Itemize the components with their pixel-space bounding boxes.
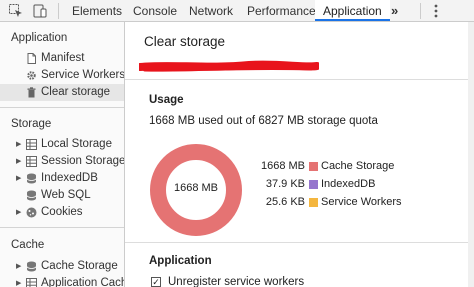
- legend-row-indexeddb: 37.9 KB IndexedDB: [245, 178, 445, 192]
- expand-arrow-icon[interactable]: ▶: [16, 204, 21, 221]
- cookie-icon: [26, 207, 37, 218]
- sidebar-item-session-storage[interactable]: ▶ Session Storage: [0, 153, 124, 170]
- legend-value: 1668 MB: [260, 160, 305, 172]
- sidebar-item-manifest[interactable]: Manifest: [0, 50, 124, 67]
- expand-arrow-icon[interactable]: ▶: [16, 170, 21, 187]
- application-heading: Application: [149, 255, 212, 267]
- legend-value: 25.6 KB: [265, 196, 305, 208]
- sidebar-item-local-storage[interactable]: ▶ Local Storage: [0, 136, 124, 153]
- tab-elements[interactable]: Elements: [68, 0, 126, 21]
- expand-arrow-icon[interactable]: ▶: [16, 275, 21, 287]
- grid-icon: [26, 156, 37, 167]
- tab-application[interactable]: Application: [315, 0, 390, 21]
- expand-arrow-icon[interactable]: ▶: [16, 153, 21, 170]
- sidebar-item-label: Manifest: [41, 52, 85, 64]
- usage-summary: 1668 MB used out of 6827 MB storage quot…: [149, 115, 378, 127]
- sidebar-item-cookies[interactable]: ▶ Cookies: [0, 204, 124, 221]
- devtools-tab-bar: Elements Console Network Performance App…: [0, 0, 474, 22]
- sidebar-divider: [0, 227, 124, 228]
- database-icon: [26, 173, 37, 184]
- application-sidebar: Application Manifest Service Workers Cle…: [0, 22, 125, 287]
- sidebar-item-label: Clear storage: [41, 86, 111, 98]
- expand-arrow-icon[interactable]: ▶: [16, 258, 21, 275]
- usage-donut-chart: 1668 MB: [148, 142, 244, 243]
- inspect-element-icon[interactable]: [8, 3, 24, 19]
- sidebar-item-label: Application Cache: [41, 277, 125, 287]
- page-title: Clear storage: [144, 34, 226, 49]
- panel-header: Clear storage: [125, 22, 474, 80]
- more-tabs-icon[interactable]: »: [387, 0, 402, 21]
- sidebar-item-label: Service Workers: [41, 69, 125, 81]
- sidebar-item-label: Web SQL: [41, 189, 91, 201]
- grid-icon: [26, 278, 37, 287]
- checkbox-label: Unregister service workers: [168, 276, 305, 287]
- section-title-cache: Cache: [11, 239, 45, 251]
- sidebar-item-label: Session Storage: [41, 155, 125, 167]
- sidebar-item-indexeddb[interactable]: ▶ IndexedDB: [0, 170, 124, 187]
- device-toolbar-icon[interactable]: [32, 3, 48, 19]
- legend-swatch: [309, 198, 318, 207]
- sidebar-item-clear-storage[interactable]: Clear storage: [0, 84, 124, 101]
- toolbar-divider: [58, 3, 59, 19]
- section-divider: [125, 242, 474, 243]
- sidebar-item-label: IndexedDB: [41, 172, 98, 184]
- legend-label: Service Workers: [321, 196, 402, 208]
- legend-row-cache-storage: 1668 MB Cache Storage: [245, 160, 445, 174]
- legend-label: IndexedDB: [321, 178, 376, 190]
- trash-icon: [26, 87, 37, 98]
- sidebar-divider: [0, 107, 124, 108]
- legend-value: 37.9 KB: [265, 178, 305, 190]
- grid-icon: [26, 139, 37, 150]
- legend-row-service-workers: 25.6 KB Service Workers: [245, 196, 445, 210]
- unregister-service-workers-checkbox[interactable]: ✓: [151, 277, 161, 287]
- expand-arrow-icon[interactable]: ▶: [16, 136, 21, 153]
- sidebar-item-label: Cookies: [41, 206, 83, 218]
- document-icon: [26, 53, 37, 64]
- clear-storage-panel: Clear storage Usage 1668 MB used out of …: [125, 22, 474, 287]
- gear-icon: [26, 70, 37, 81]
- database-icon: [26, 261, 37, 272]
- tab-console[interactable]: Console: [129, 0, 181, 21]
- toolbar-divider: [420, 3, 421, 19]
- vertical-scrollbar[interactable]: [468, 22, 474, 287]
- sidebar-item-label: Cache Storage: [41, 260, 118, 272]
- sidebar-item-application-cache[interactable]: ▶ Application Cache: [0, 275, 124, 287]
- tab-performance[interactable]: Performance: [243, 0, 320, 21]
- legend-label: Cache Storage: [321, 160, 395, 172]
- legend-swatch: [309, 162, 318, 171]
- legend-swatch: [309, 180, 318, 189]
- donut-label: 1668 MB: [173, 182, 219, 194]
- usage-heading: Usage: [149, 94, 184, 106]
- tab-network[interactable]: Network: [185, 0, 237, 21]
- section-title-application: Application: [11, 32, 68, 44]
- database-icon: [26, 190, 37, 201]
- redaction-mark: [139, 60, 319, 72]
- sidebar-item-cache-storage[interactable]: ▶ Cache Storage: [0, 258, 124, 275]
- kebab-menu-icon[interactable]: [428, 3, 444, 19]
- sidebar-item-web-sql[interactable]: Web SQL: [0, 187, 124, 204]
- sidebar-item-label: Local Storage: [41, 138, 112, 150]
- section-title-storage: Storage: [11, 118, 52, 130]
- sidebar-item-service-workers[interactable]: Service Workers: [0, 67, 124, 84]
